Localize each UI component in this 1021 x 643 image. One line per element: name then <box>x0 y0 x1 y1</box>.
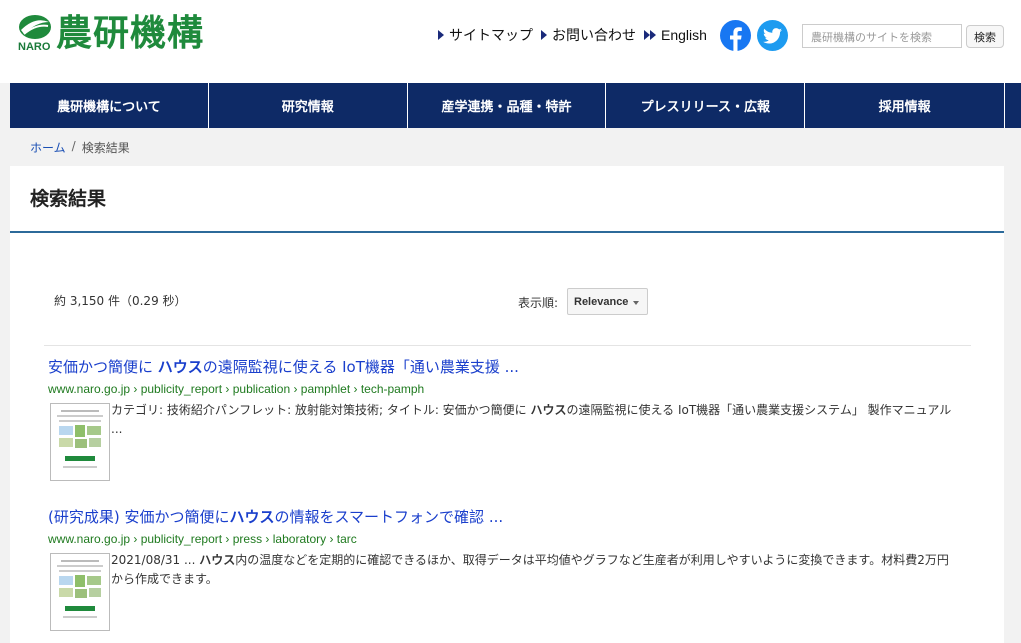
triangle-right-icon <box>438 30 444 40</box>
result-thumbnail[interactable] <box>50 403 110 481</box>
result-count: 約 3,150 件（0.29 秒） <box>54 294 187 308</box>
sort-order-value: Relevance <box>574 295 629 308</box>
breadcrumb: ホーム / 検索結果 <box>30 139 130 156</box>
sitemap-link[interactable]: サイトマップ <box>438 25 533 45</box>
global-nav: 農研機構について 研究情報 産学連携・品種・特許 プレスリリース・広報 採用情報 <box>10 83 1004 128</box>
result-snippet-text: 内の温度などを定期的に確認できるほか、取得データは平均値やグラフなど生産者が利用… <box>111 553 949 586</box>
result-title-text: の情報をスマートフォンで確認 ... <box>274 508 504 526</box>
result-title-text: 安価かつ簡便に <box>48 358 158 376</box>
result-url: www.naro.go.jp › publicity_report › pres… <box>48 532 357 546</box>
nav-edge <box>1004 83 1021 128</box>
result-snippet: 2021/08/31 ... ハウス内の温度などを定期的に確認できるほか、取得デ… <box>111 551 956 589</box>
site-search-button[interactable]: 検索 <box>966 25 1004 48</box>
nav-item-industry[interactable]: 産学連携・品種・特許 <box>407 83 607 128</box>
sitemap-link-label: サイトマップ <box>449 28 533 44</box>
sort-label: 表示順: <box>518 296 559 310</box>
top-links: サイトマップ お問い合わせ English <box>438 25 715 45</box>
contact-link[interactable]: お問い合わせ <box>541 25 636 45</box>
search-results-card: 検索結果 約 3,150 件（0.29 秒） 表示順: Relevance 安価… <box>10 166 1004 643</box>
triangle-right-icon <box>541 30 547 40</box>
result-snippet-highlight: ハウス <box>530 403 567 417</box>
logo-kanji-text: 農研機構 <box>56 13 205 54</box>
result-snippet-text: カテゴリ: 技術紹介パンフレット: 放射能対策技術; タイトル: 安価かつ簡便に <box>111 403 531 417</box>
result-title-highlight: ハウス <box>157 358 203 376</box>
result-body: 2021/08/31 ... ハウス内の温度などを定期的に確認できるほか、取得デ… <box>48 551 968 633</box>
result-thumbnail[interactable] <box>50 553 110 631</box>
nav-item-press[interactable]: プレスリリース・広報 <box>606 83 806 128</box>
result-title-highlight: ハウス <box>229 508 275 526</box>
title-divider <box>10 231 1004 233</box>
naro-logo[interactable]: NARO 農研機構 <box>18 13 228 56</box>
result-snippet-text: 2021/08/31 ... <box>111 553 200 567</box>
result-url: www.naro.go.jp › publicity_report › publ… <box>48 382 425 396</box>
chevron-down-icon <box>633 301 639 305</box>
english-link-label: English <box>661 27 707 43</box>
breadcrumb-separator: / <box>71 139 76 153</box>
result-snippet: カテゴリ: 技術紹介パンフレット: 放射能対策技術; タイトル: 安価かつ簡便に… <box>111 401 956 439</box>
result-title-text: の遠隔監視に使える IoT機器「通い農業支援 ... <box>202 358 519 376</box>
breadcrumb-home-link[interactable]: ホーム <box>30 139 66 156</box>
result-title-link[interactable]: (研究成果) 安価かつ簡便にハウスの情報をスマートフォンで確認 ... <box>48 506 968 528</box>
twitter-link[interactable] <box>757 20 788 51</box>
page-title: 検索結果 <box>30 188 107 210</box>
result-title-link[interactable]: 安価かつ簡便に ハウスの遠隔監視に使える IoT機器「通い農業支援 ... <box>48 356 968 378</box>
facebook-link[interactable] <box>720 20 751 51</box>
search-result: (研究成果) 安価かつ簡便にハウスの情報をスマートフォンで確認 ... www.… <box>48 506 968 633</box>
nav-item-recruit[interactable]: 採用情報 <box>805 83 1004 128</box>
twitter-icon <box>757 20 788 51</box>
nav-item-about[interactable]: 農研機構について <box>10 83 209 128</box>
nav-item-research[interactable]: 研究情報 <box>208 83 408 128</box>
naro-leaf-icon <box>19 15 51 39</box>
result-body: カテゴリ: 技術紹介パンフレット: 放射能対策技術; タイトル: 安価かつ簡便に… <box>48 401 968 483</box>
sort-order-select[interactable]: Relevance <box>567 288 648 315</box>
contact-link-label: お問い合わせ <box>552 28 636 44</box>
search-result: 安価かつ簡便に ハウスの遠隔監視に使える IoT機器「通い農業支援 ... ww… <box>48 356 968 483</box>
logo-naro-text: NARO <box>18 41 51 53</box>
breadcrumb-current: 検索結果 <box>81 141 130 155</box>
results-divider <box>44 345 971 346</box>
facebook-icon <box>720 20 751 51</box>
site-header: NARO 農研機構 サイトマップ お問い合わせ English 農研機構のサイト… <box>0 0 1021 83</box>
double-triangle-right-icon <box>644 30 656 40</box>
site-search-input[interactable]: 農研機構のサイトを検索 <box>802 24 962 48</box>
result-snippet-highlight: ハウス <box>199 553 236 567</box>
english-link[interactable]: English <box>644 27 707 43</box>
result-title-text: (研究成果) 安価かつ簡便に <box>48 508 230 526</box>
